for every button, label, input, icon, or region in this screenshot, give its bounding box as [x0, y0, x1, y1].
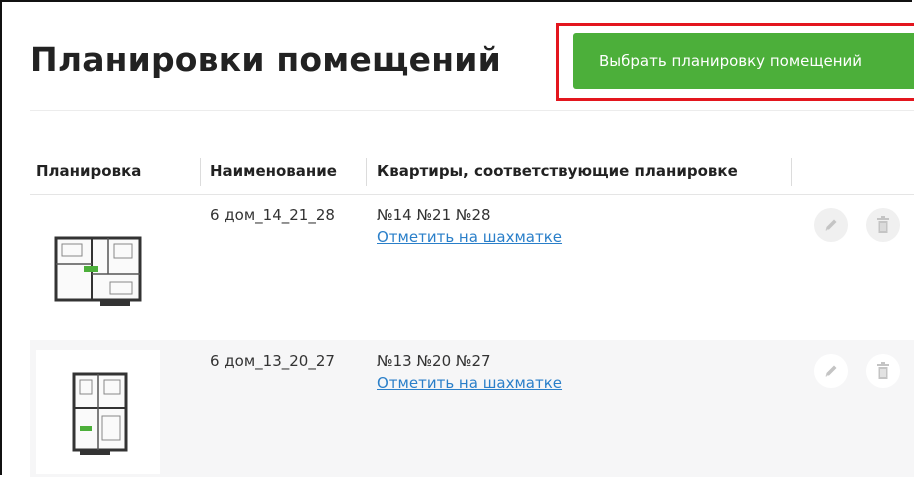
select-layout-button[interactable]: Выбрать планировку помещений — [573, 33, 914, 89]
header-divider — [30, 110, 914, 111]
table-row-thumbnail-frame — [36, 350, 160, 474]
floor-plan-thumbnail[interactable] — [36, 350, 160, 474]
edit-button[interactable] — [814, 354, 848, 388]
column-separator — [200, 158, 201, 186]
column-header-layout: Планировка — [36, 162, 142, 180]
page-title: Планировки помещений — [30, 40, 501, 79]
pencil-icon — [825, 219, 837, 231]
column-header-apartments: Квартиры, соответствующие планировке — [377, 162, 738, 180]
column-separator — [366, 158, 367, 186]
layout-name: 6 дом_13_20_27 — [210, 352, 335, 370]
table-header-divider — [30, 194, 914, 195]
edit-button[interactable] — [814, 208, 848, 242]
apartment-list: №14 №21 №28 — [377, 206, 491, 224]
pencil-icon — [825, 365, 837, 377]
layout-name: 6 дом_14_21_28 — [210, 206, 335, 224]
delete-button[interactable] — [866, 208, 900, 242]
column-header-name: Наименование — [210, 162, 337, 180]
column-separator — [791, 158, 792, 186]
trash-icon — [877, 362, 889, 379]
mark-on-grid-link[interactable]: Отметить на шахматке — [377, 228, 562, 246]
table-row — [44, 204, 154, 320]
floor-plan-thumbnail[interactable] — [44, 204, 154, 320]
apartment-list: №13 №20 №27 — [377, 352, 491, 370]
delete-button[interactable] — [866, 354, 900, 388]
trash-icon — [877, 216, 889, 233]
mark-on-grid-link[interactable]: Отметить на шахматке — [377, 374, 562, 392]
